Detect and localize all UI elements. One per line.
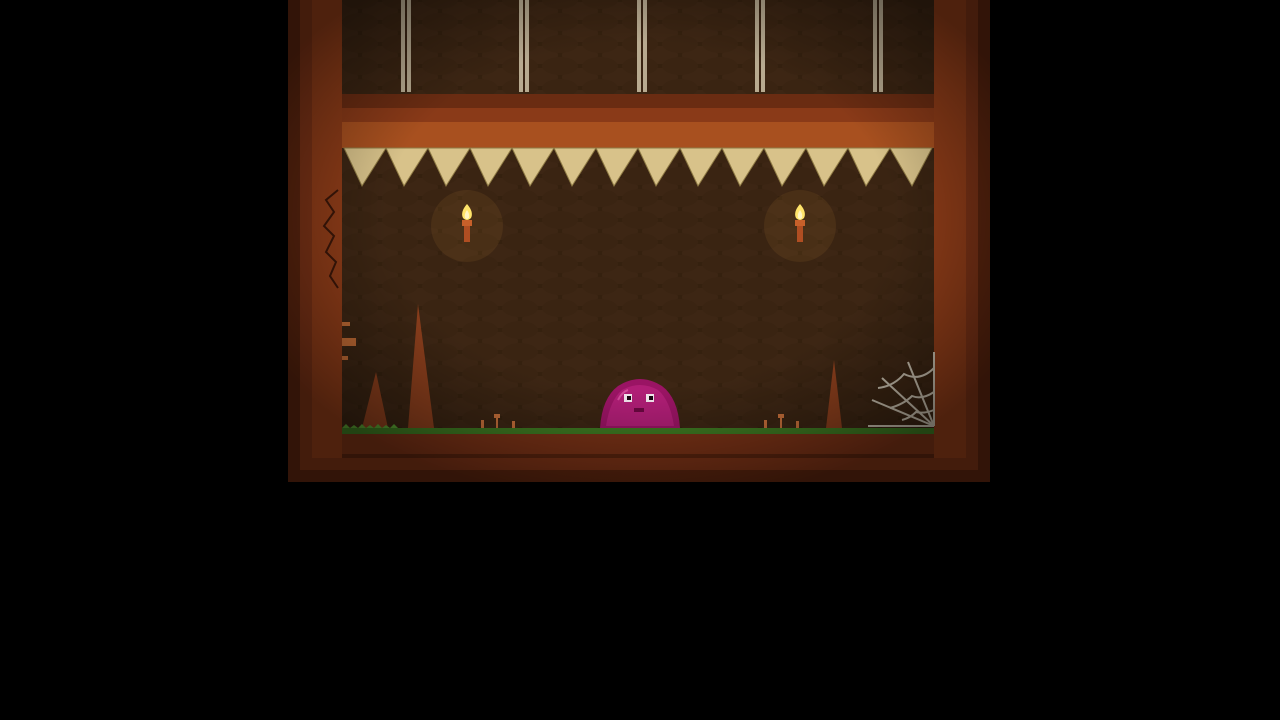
lighting-overlay	[288, 0, 990, 482]
game-viewport	[0, 0, 1280, 720]
dungeon-level	[288, 0, 990, 482]
